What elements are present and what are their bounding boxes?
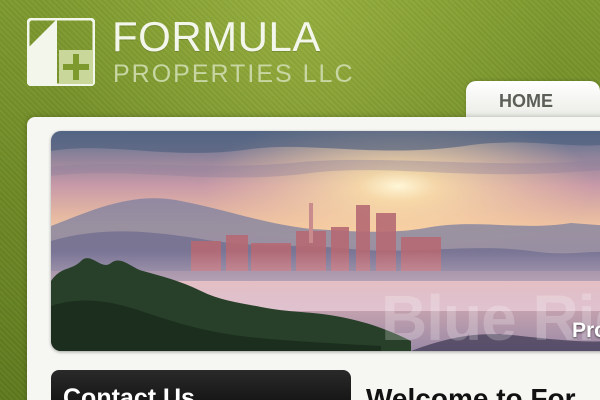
hero-watermark-text: Blue Ridg (381, 282, 600, 351)
welcome-heading: Welcome to For (366, 383, 576, 400)
brand-name: FORMULA (112, 13, 321, 60)
site-logo[interactable]: FORMULA PROPERTIES LLC (27, 13, 357, 98)
hero-caption: Pro (572, 319, 600, 342)
house-plus-logo-icon (27, 18, 95, 86)
contact-us-box[interactable]: Contact Us (51, 370, 351, 400)
nav-tab-home[interactable]: HOME (466, 81, 600, 121)
brand-subtitle: PROPERTIES LLC (113, 60, 355, 88)
hero-banner[interactable]: Blue Ridg Pro (51, 131, 600, 351)
nav-tab-home-label: HOME (499, 90, 553, 111)
contact-us-title: Contact Us (63, 384, 195, 400)
